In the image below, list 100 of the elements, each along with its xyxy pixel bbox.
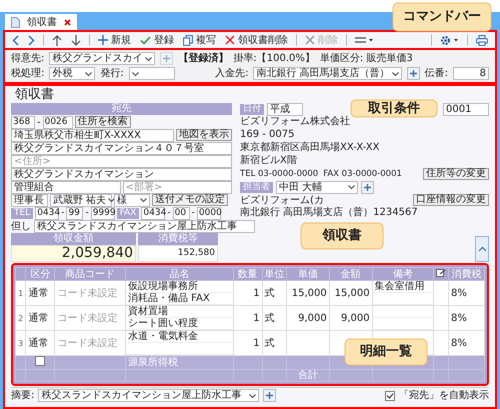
close-icon[interactable] — [64, 18, 71, 26]
register-button[interactable]: 登録 — [137, 33, 177, 47]
chevron-up-icon — [478, 246, 486, 252]
slip-label: 伝番: — [424, 68, 448, 79]
zip-field[interactable]: 0026 — [42, 116, 73, 128]
amount-cell: 15,000 — [329, 280, 372, 306]
edit-icon[interactable] — [436, 268, 446, 276]
company-tel: TEL 03-0000-0000 — [240, 168, 318, 180]
staff-dropdown[interactable]: 中田 大輔 — [276, 180, 358, 194]
row-number: 2 — [16, 306, 26, 330]
change-account-button[interactable]: 口座情報の変更 — [413, 194, 489, 206]
caret-icon — [108, 198, 116, 202]
organization-field[interactable]: 管理組合 — [11, 180, 120, 194]
column-header: 消費税 — [448, 268, 484, 280]
column-header: 数量 — [233, 268, 262, 280]
fax-field[interactable]: 0434 — [141, 206, 166, 220]
dash-text: - — [85, 208, 89, 218]
copy-button[interactable]: 複写 — [180, 33, 219, 47]
auto-show-checkbox[interactable] — [385, 390, 395, 400]
caret-icon — [85, 72, 92, 76]
company-building: 新宿ビルX階 — [240, 155, 298, 167]
quantity-cell: 1 — [233, 330, 262, 356]
position-field[interactable]: 理事長 — [11, 194, 48, 206]
plus-icon — [364, 184, 371, 190]
issue-label: 発行: — [100, 68, 124, 79]
product-code-cell: コード未設定 — [54, 306, 126, 330]
new-button[interactable]: 新規 — [95, 33, 134, 47]
status-text: 【登録済】 — [178, 53, 228, 64]
amount-header: 領収金額 — [11, 233, 136, 245]
add-button[interactable] — [263, 389, 276, 402]
address-field[interactable]: 秩父グランドスカイマンション４０７号室 — [11, 142, 232, 154]
withholding-label: 源泉所得税 — [125, 356, 234, 370]
fax-field[interactable]: 0000 — [196, 206, 221, 220]
honorific-dropdown[interactable]: 様 — [114, 194, 150, 206]
change-address-button[interactable]: 住所等の変更 — [423, 168, 489, 180]
slip-number-field[interactable]: 8 — [453, 67, 489, 80]
account-name: ビズリフォーム(カ — [240, 194, 324, 206]
column-header: 単位 — [262, 268, 286, 280]
name-field[interactable]: 秩父グランドスカイマンション — [11, 168, 232, 180]
print-button[interactable] — [473, 33, 491, 47]
rate-text: 掛率:【100.0%】 — [233, 53, 315, 64]
amount-value: 2,059,840 — [11, 245, 136, 262]
address-field[interactable]: 埼玉県秩父市相生町X-XXXX — [11, 128, 174, 142]
tel-field[interactable]: 99 — [66, 206, 84, 220]
address-search-button[interactable]: 住所を検索 — [74, 116, 131, 128]
recipient-header: 宛先 — [11, 103, 232, 115]
price-class-text: 単価区分: 販売単価3 — [320, 53, 413, 64]
person-dropdown[interactable]: 武蔵野 祐夫 — [50, 194, 112, 206]
auto-show-label: 「宛先」を自動表示 — [399, 390, 489, 401]
unit-price-cell: 9,000 — [286, 306, 330, 330]
show-map-button[interactable]: 地図を表示 — [176, 129, 232, 141]
summary-dropdown[interactable]: 秩父スランドスカイマンション屋上防水工事 — [38, 389, 260, 402]
receipt-tab[interactable]: 領収書 — [5, 14, 77, 30]
product-name-cell: シート囲い程度 — [126, 318, 233, 330]
tax-value: 152,580 — [138, 245, 218, 262]
dash-text: - — [61, 208, 64, 218]
product-name-cell: 仮設現場事務所 — [126, 281, 233, 293]
unit-cell: 式 — [262, 280, 286, 306]
column-header: 金額 — [329, 268, 372, 280]
deposit-label: 入金先: — [215, 68, 248, 79]
dash-text: - — [192, 208, 195, 218]
fax-field[interactable]: 00 — [172, 206, 190, 220]
delete-receipt-button[interactable]: 領収書削除 — [222, 33, 291, 47]
callout-label: 取引条件 — [368, 102, 420, 116]
zip-field[interactable]: 368 — [11, 116, 35, 128]
scroll-up-button[interactable] — [475, 236, 489, 262]
add-button[interactable] — [361, 180, 374, 194]
customer-dropdown[interactable]: 秩父グランドスカイ — [49, 52, 156, 65]
add-button[interactable] — [406, 67, 420, 80]
date-field[interactable]: 平成 — [267, 102, 303, 116]
tax-dropdown[interactable]: 外税 — [49, 67, 96, 80]
date-label: 日付 — [240, 104, 264, 114]
callout-label: 明細一覧 — [360, 345, 412, 359]
note-cell: 集会室借用 — [372, 281, 433, 293]
tax-rate-cell: 8% — [448, 330, 484, 356]
caret-icon — [249, 394, 256, 398]
column-header: 備考 — [372, 268, 434, 280]
tel-field[interactable]: 9999 — [90, 206, 115, 220]
memo-field[interactable]: 秩父スランドスカイマンション屋上防水工事 — [34, 220, 255, 232]
settings-icon — [440, 34, 459, 46]
deposit-dropdown[interactable]: 南北銀行 高田馬場支店（普） — [253, 67, 402, 80]
summary-label: 摘要: — [11, 390, 34, 401]
callout-label: コマンドバー — [403, 10, 481, 24]
category-cell: 通常 — [26, 280, 55, 306]
category-cell: 通常 — [26, 306, 55, 330]
unit-price-cell: 15,000 — [286, 280, 330, 306]
column-header: 商品コード — [54, 268, 126, 280]
caret-icon — [348, 185, 355, 189]
product-name-cell: 消耗品・備品 FAX — [126, 293, 233, 305]
memo-settings-button[interactable]: 送付メモの設定 — [152, 194, 228, 206]
plus-icon — [410, 70, 417, 77]
withholding-checkbox[interactable] — [35, 356, 46, 366]
product-name-cell: 資材置場 — [126, 306, 233, 318]
number-field[interactable]: 0001 — [443, 102, 489, 116]
tel-field[interactable]: 0434 — [35, 206, 60, 220]
chevron-right-icon — [28, 34, 35, 46]
row-number: 3 — [16, 330, 26, 356]
copy-icon — [183, 34, 193, 46]
fax-label: FAX — [116, 208, 140, 218]
staff-label: 担当者 — [240, 182, 273, 192]
